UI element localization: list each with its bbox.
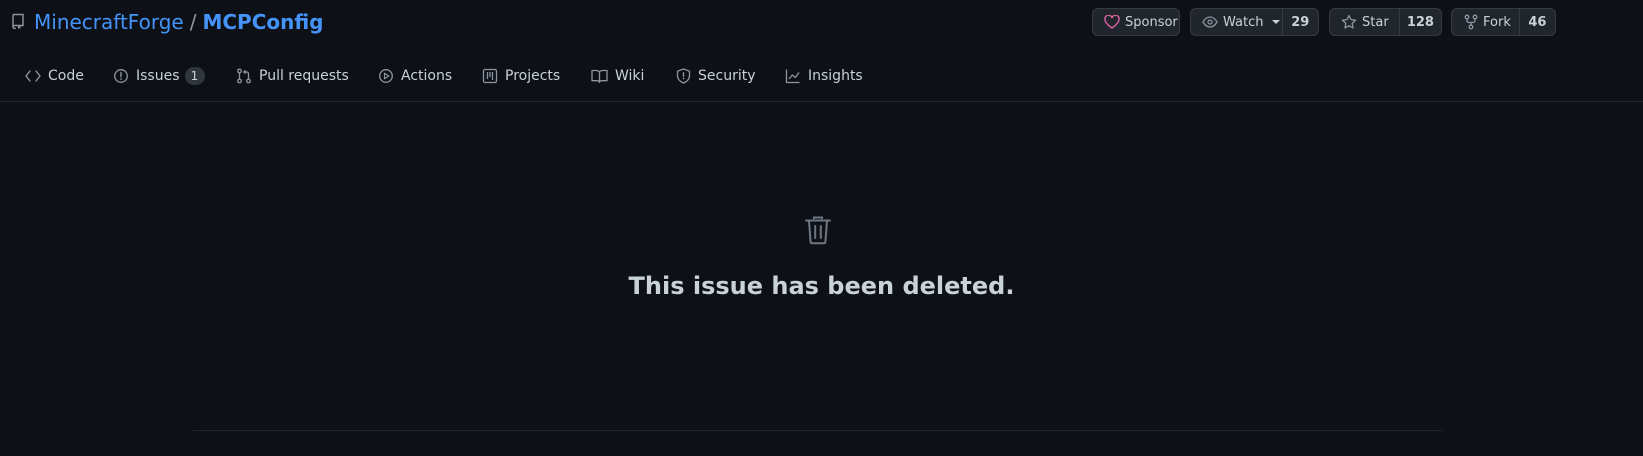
tab-code-label: Code [48, 68, 84, 84]
star-icon [1341, 14, 1357, 29]
watch-button[interactable]: Watch [1191, 9, 1282, 35]
issue-opened-icon [114, 69, 128, 83]
tab-security-label: Security [698, 68, 756, 84]
shield-icon [676, 68, 691, 84]
table-icon [482, 68, 498, 84]
tab-wiki[interactable]: Wiki [591, 58, 644, 94]
repo-name-link[interactable]: MCPConfig [202, 10, 323, 34]
tab-wiki-label: Wiki [615, 68, 645, 84]
tab-insights[interactable]: Insights [785, 58, 863, 94]
tab-pull-requests-label: Pull requests [259, 68, 349, 84]
issues-count-badge: 1 [184, 67, 205, 85]
tab-actions[interactable]: Actions [378, 58, 452, 94]
git-pull-request-icon [237, 68, 251, 84]
fork-count[interactable]: 46 [1518, 9, 1555, 35]
tab-projects-label: Projects [505, 68, 561, 84]
tab-security[interactable]: Security [676, 58, 756, 94]
watch-label: Watch [1223, 14, 1264, 30]
chevron-down-icon [1272, 20, 1281, 24]
code-icon [25, 70, 41, 82]
sponsor-label: Sponsor [1125, 14, 1178, 30]
star-label: Star [1362, 14, 1389, 30]
sponsor-button[interactable]: Sponsor [1092, 8, 1180, 36]
star-button-group: Star 128 [1329, 8, 1442, 36]
star-count[interactable]: 128 [1398, 9, 1441, 35]
content-divider [193, 430, 1443, 431]
tab-actions-label: Actions [401, 68, 453, 84]
repo-title-separator: / [189, 10, 197, 34]
tab-code[interactable]: Code [25, 58, 84, 94]
tab-issues-label: Issues [136, 68, 180, 84]
tab-insights-label: Insights [808, 68, 863, 84]
repo-title: MinecraftForge / MCPConfig [34, 8, 324, 36]
trash-icon [805, 216, 831, 245]
deleted-issue-panel: This issue has been deleted. [0, 102, 1643, 456]
play-icon [379, 69, 393, 83]
fork-button-group: Fork 46 [1451, 8, 1556, 36]
fork-label: Fork [1483, 14, 1511, 30]
repo-forked-icon [1464, 14, 1478, 30]
watch-count[interactable]: 29 [1281, 9, 1318, 35]
repo-title-row: MinecraftForge / MCPConfig Sponsor Watch [0, 0, 1643, 44]
repo-header: MinecraftForge / MCPConfig Sponsor Watch [0, 0, 1643, 102]
star-button[interactable]: Star [1330, 9, 1399, 35]
heart-icon [1104, 15, 1120, 29]
fork-button[interactable]: Fork [1452, 9, 1519, 35]
book-icon [591, 69, 608, 83]
repo-owner-link[interactable]: MinecraftForge [34, 10, 184, 34]
tab-pull-requests[interactable]: Pull requests [236, 58, 349, 94]
deleted-message: This issue has been deleted. [628, 272, 1015, 300]
graph-icon [785, 69, 800, 84]
watch-button-group: Watch 29 [1190, 8, 1319, 36]
tab-issues[interactable]: Issues 1 [113, 58, 205, 94]
tab-projects[interactable]: Projects [482, 58, 560, 94]
repo-icon [12, 13, 24, 29]
eye-icon [1202, 16, 1218, 28]
